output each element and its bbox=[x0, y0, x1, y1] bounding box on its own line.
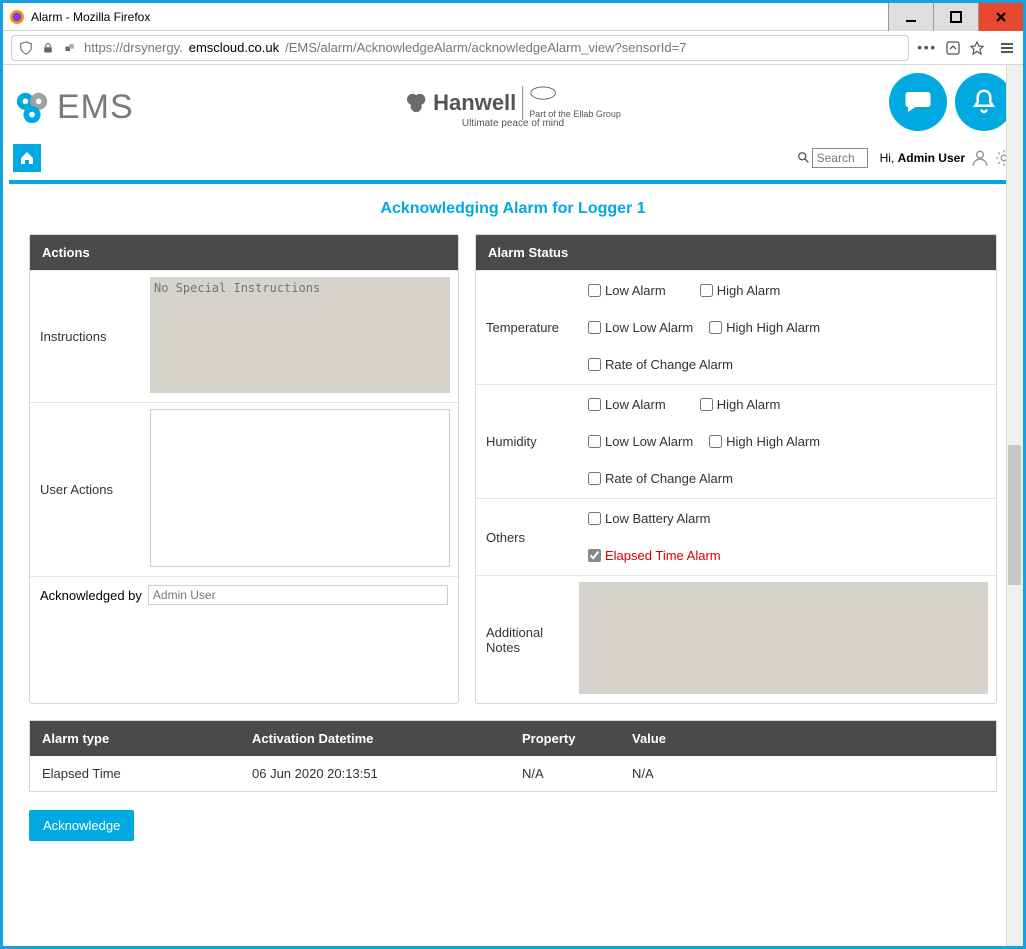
shield-icon bbox=[18, 40, 34, 56]
search-icon[interactable] bbox=[796, 150, 812, 166]
scrollbar-thumb[interactable] bbox=[1008, 445, 1021, 585]
toolbar: Hi, Admin User bbox=[3, 140, 1023, 180]
page-title: Acknowledging Alarm for Logger 1 bbox=[3, 184, 1023, 234]
table-header: Alarm type Activation Datetime Property … bbox=[30, 721, 996, 756]
window-close-button[interactable] bbox=[978, 3, 1023, 31]
user-actions-label: User Actions bbox=[30, 403, 142, 576]
window-minimize-button[interactable] bbox=[888, 3, 933, 31]
temp-highhigh-checkbox[interactable]: High High Alarm bbox=[709, 320, 820, 335]
brand-bar: EMS Hanwell Part of the Ellab Group Ulti… bbox=[3, 65, 1023, 140]
acknowledged-by-label: Acknowledged by bbox=[40, 588, 142, 603]
firefox-icon bbox=[9, 9, 25, 25]
panels: Actions Instructions User Actions Acknow… bbox=[3, 234, 1023, 704]
temp-low-checkbox[interactable]: Low Alarm bbox=[588, 283, 666, 298]
url-domain: emscloud.co.uk bbox=[189, 40, 279, 55]
user-icon[interactable] bbox=[971, 149, 989, 167]
notes-textarea[interactable] bbox=[579, 582, 988, 694]
temperature-label: Temperature bbox=[476, 271, 588, 384]
reader-icon[interactable] bbox=[945, 40, 961, 56]
browser-window: Alarm - Mozilla Firefox https://drsynerg… bbox=[0, 0, 1026, 949]
td-property: N/A bbox=[510, 756, 620, 791]
url-bar: https://drsynergy. emscloud.co.uk/EMS/ala… bbox=[3, 31, 1023, 65]
hum-lowlow-checkbox[interactable]: Low Low Alarm bbox=[588, 434, 693, 449]
th-property: Property bbox=[510, 721, 620, 756]
notes-label: Additional Notes bbox=[476, 576, 571, 703]
user-actions-textarea[interactable] bbox=[150, 409, 450, 567]
hum-highhigh-checkbox[interactable]: High High Alarm bbox=[709, 434, 820, 449]
td-value: N/A bbox=[620, 756, 996, 791]
user-greeting: Hi, Admin User bbox=[880, 151, 965, 165]
acknowledge-button[interactable]: Acknowledge bbox=[29, 810, 134, 841]
acknowledged-by-input[interactable] bbox=[148, 585, 448, 605]
hum-rate-checkbox[interactable]: Rate of Change Alarm bbox=[588, 471, 733, 486]
hamburger-menu-icon[interactable] bbox=[999, 40, 1015, 56]
actions-header: Actions bbox=[30, 235, 458, 270]
instructions-textarea bbox=[150, 277, 450, 393]
alarm-table: Alarm type Activation Datetime Property … bbox=[29, 720, 997, 792]
hum-high-checkbox[interactable]: High Alarm bbox=[700, 397, 781, 412]
th-datetime: Activation Datetime bbox=[240, 721, 510, 756]
search-input[interactable] bbox=[812, 148, 868, 168]
hanwell-logo: Hanwell Part of the Ellab Group Ultimate… bbox=[405, 86, 621, 129]
ems-logo-text: EMS bbox=[57, 88, 134, 127]
td-datetime: 06 Jun 2020 20:13:51 bbox=[240, 756, 510, 791]
hanwell-text: Hanwell bbox=[433, 90, 516, 116]
scrollbar[interactable] bbox=[1006, 65, 1023, 946]
td-type: Elapsed Time bbox=[30, 756, 240, 791]
window-title: Alarm - Mozilla Firefox bbox=[31, 10, 888, 24]
alarm-status-header: Alarm Status bbox=[476, 235, 996, 270]
table-row: Elapsed Time 06 Jun 2020 20:13:51 N/A N/… bbox=[30, 756, 996, 791]
ems-logo: EMS bbox=[13, 88, 134, 127]
instructions-label: Instructions bbox=[30, 271, 142, 402]
th-value: Value bbox=[620, 721, 996, 756]
elapsed-checkbox[interactable]: Elapsed Time Alarm bbox=[588, 548, 721, 563]
bookmark-star-icon[interactable] bbox=[969, 40, 985, 56]
chat-button[interactable] bbox=[889, 73, 947, 131]
page-content: EMS Hanwell Part of the Ellab Group Ulti… bbox=[3, 65, 1023, 841]
temp-lowlow-checkbox[interactable]: Low Low Alarm bbox=[588, 320, 693, 335]
alarm-status-panel: Alarm Status Temperature Low Alarm High … bbox=[475, 234, 997, 704]
temp-high-checkbox[interactable]: High Alarm bbox=[700, 283, 781, 298]
alerts-button[interactable] bbox=[955, 73, 1013, 131]
header-actions bbox=[881, 73, 1013, 131]
humidity-label: Humidity bbox=[476, 385, 588, 498]
home-button[interactable] bbox=[13, 144, 41, 172]
permission-icon bbox=[62, 40, 78, 56]
address-field[interactable]: https://drsynergy. emscloud.co.uk/EMS/ala… bbox=[11, 35, 909, 61]
battery-checkbox[interactable]: Low Battery Alarm bbox=[588, 511, 711, 526]
titlebar: Alarm - Mozilla Firefox bbox=[3, 3, 1023, 31]
ems-logo-icon bbox=[13, 89, 51, 127]
lock-icon bbox=[40, 40, 56, 56]
url-path: /EMS/alarm/AcknowledgeAlarm/acknowledgeA… bbox=[285, 40, 686, 55]
hum-low-checkbox[interactable]: Low Alarm bbox=[588, 397, 666, 412]
actions-panel: Actions Instructions User Actions Acknow… bbox=[29, 234, 459, 704]
window-maximize-button[interactable] bbox=[933, 3, 978, 31]
temp-rate-checkbox[interactable]: Rate of Change Alarm bbox=[588, 357, 733, 372]
th-type: Alarm type bbox=[30, 721, 240, 756]
page-viewport: EMS Hanwell Part of the Ellab Group Ulti… bbox=[3, 65, 1023, 946]
others-label: Others bbox=[476, 499, 588, 575]
url-prefix: https://drsynergy. bbox=[84, 40, 183, 55]
page-actions-icon[interactable]: ••• bbox=[917, 40, 937, 55]
